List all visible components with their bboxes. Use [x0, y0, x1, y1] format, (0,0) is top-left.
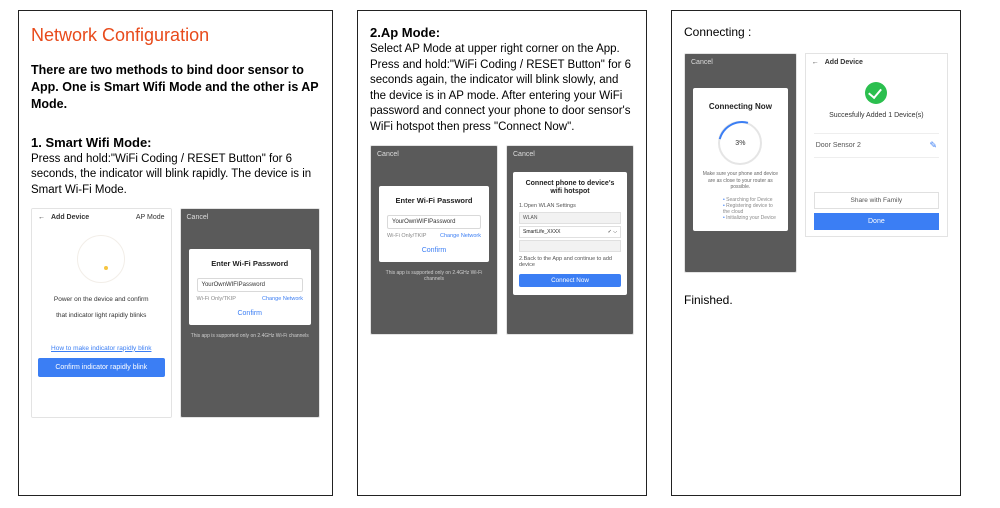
cancel-button[interactable]: Cancel [513, 151, 535, 158]
wifi-band-label: Wi-Fi Only/TKIP [387, 233, 426, 239]
wlan-row[interactable]: WLAN [519, 212, 621, 224]
success-text: Succesfully Added 1 Device(s) [814, 112, 939, 119]
connecting-card: Connecting Now 3% Make sure your phone a… [693, 88, 788, 231]
confirm-button[interactable]: Confirm [197, 310, 304, 317]
connecting-label: Connecting : [684, 25, 948, 39]
card-title: Enter Wi-Fi Password [387, 196, 481, 205]
phone-hotspot: Cancel Connect phone to device's wifi ho… [506, 145, 634, 335]
cancel-button[interactable]: Cancel [377, 151, 399, 158]
screenshot-row: Cancel Enter Wi-Fi Password YourOwnWIFIP… [370, 145, 634, 335]
phone-topbar: Cancel [685, 54, 796, 70]
progress-subtext: Make sure your phone and device are as c… [701, 171, 780, 191]
change-network-link[interactable]: Change Network [440, 233, 481, 239]
wifi-note: This app is supported only on 2.4GHz Wi-… [371, 270, 497, 282]
phone-success: ← Add Device Succesfully Added 1 Device(… [805, 53, 948, 237]
wifi-signal-icon: ✓ ⌵ [608, 229, 617, 235]
change-network-link[interactable]: Change Network [262, 296, 303, 302]
phone-topbar: ← Add Device [806, 54, 947, 70]
step-item: Searching for Device [723, 197, 780, 203]
phone-connecting: Cancel Connecting Now 3% Make sure your … [684, 53, 797, 273]
phone-enter-wifi: Cancel Enter Wi-Fi Password YourOwnWIFIP… [370, 145, 498, 335]
success-check-icon [865, 82, 887, 104]
phone-topbar: Cancel [507, 146, 633, 162]
step1-label: 1.Open WLAN Settings [519, 203, 621, 209]
card-title: Connect phone to device's wifi hotspot [519, 180, 621, 197]
phone-add-device: ← Add Device AP Mode Power on the device… [31, 208, 172, 418]
step-item: Initializing your Device [723, 215, 780, 221]
progress-percent: 3% [735, 140, 745, 147]
share-button[interactable]: Share with Family [814, 192, 939, 209]
step2-label: 2.Back to the App and continue to add de… [519, 256, 621, 268]
back-icon[interactable]: ← [38, 214, 45, 221]
device-row[interactable]: Door Sensor 2 ✎ [814, 133, 939, 158]
card-title: Enter Wi-Fi Password [197, 259, 304, 268]
section1-body: Press and hold:"WiFi Coding / RESET Butt… [31, 152, 320, 199]
screenshot-row: ← Add Device AP Mode Power on the device… [31, 208, 320, 418]
cancel-button[interactable]: Cancel [187, 214, 209, 221]
wlan-row[interactable] [519, 240, 621, 252]
section2-heading: 2.Ap Mode: [370, 25, 634, 40]
panel-connecting: Connecting : Cancel Connecting Now 3% Ma… [671, 10, 961, 496]
wlan-selected-row[interactable]: SmartLife_XXXX ✓ ⌵ [519, 226, 621, 238]
wifi-note: This app is supported only on 2.4GHz Wi-… [181, 333, 320, 339]
page-title: Network Configuration [31, 25, 320, 46]
edit-icon[interactable]: ✎ [929, 140, 937, 151]
panel-smart-wifi-mode: Network Configuration There are two meth… [18, 10, 333, 496]
wifi-password-field[interactable]: YourOwnWIFIPassword [197, 278, 304, 292]
phone-title: Add Device [51, 214, 136, 221]
phone-topbar: ← Add Device AP Mode [32, 209, 171, 225]
phone-enter-wifi: Cancel Enter Wi-Fi Password YourOwnWIFIP… [180, 208, 321, 418]
phone-topbar: Cancel [181, 209, 320, 225]
phone-title: Add Device [825, 59, 863, 66]
help-link[interactable]: How to make indicator rapidly blink [38, 345, 165, 352]
section1-heading: 1. Smart Wifi Mode: [31, 135, 320, 150]
hotspot-card: Connect phone to device's wifi hotspot 1… [513, 172, 627, 295]
finished-label: Finished. [684, 293, 948, 307]
step-item: Registering device to the cloud [723, 203, 780, 215]
intro-text: There are two methods to bind door senso… [31, 62, 320, 113]
instruction-line2: that indicator light rapidly blinks [38, 311, 165, 321]
done-button[interactable]: Done [814, 213, 939, 230]
section2-body: Select AP Mode at upper right corner on … [370, 42, 634, 135]
confirm-button[interactable]: Confirm [387, 247, 481, 254]
phone-topbar: Cancel [371, 146, 497, 162]
ap-mode-link[interactable]: AP Mode [136, 214, 165, 221]
card-title: Connecting Now [701, 102, 780, 111]
manual-page: Network Configuration There are two meth… [18, 10, 982, 496]
wifi-password-card: Enter Wi-Fi Password YourOwnWIFIPassword… [379, 186, 489, 262]
wlan-ssid: SmartLife_XXXX [523, 229, 561, 235]
panel-ap-mode: 2.Ap Mode: Select AP Mode at upper right… [357, 10, 647, 496]
connect-now-button[interactable]: Connect Now [519, 274, 621, 287]
progress-ring: 3% [718, 121, 762, 165]
progress-steps: Searching for Device Registering device … [701, 197, 780, 221]
cancel-button[interactable]: Cancel [691, 59, 713, 66]
indicator-graphic [38, 231, 165, 287]
wifi-password-card: Enter Wi-Fi Password YourOwnWIFIPassword… [189, 249, 312, 325]
device-name: Door Sensor 2 [816, 142, 861, 149]
back-icon[interactable]: ← [812, 59, 819, 66]
screenshot-row: Cancel Connecting Now 3% Make sure your … [684, 53, 948, 273]
wifi-password-field[interactable]: YourOwnWIFIPassword [387, 215, 481, 229]
wifi-band-label: Wi-Fi Only/TKIP [197, 296, 236, 302]
instruction-line1: Power on the device and confirm [38, 295, 165, 305]
confirm-indicator-button[interactable]: Confirm indicator rapidly blink [38, 358, 165, 377]
